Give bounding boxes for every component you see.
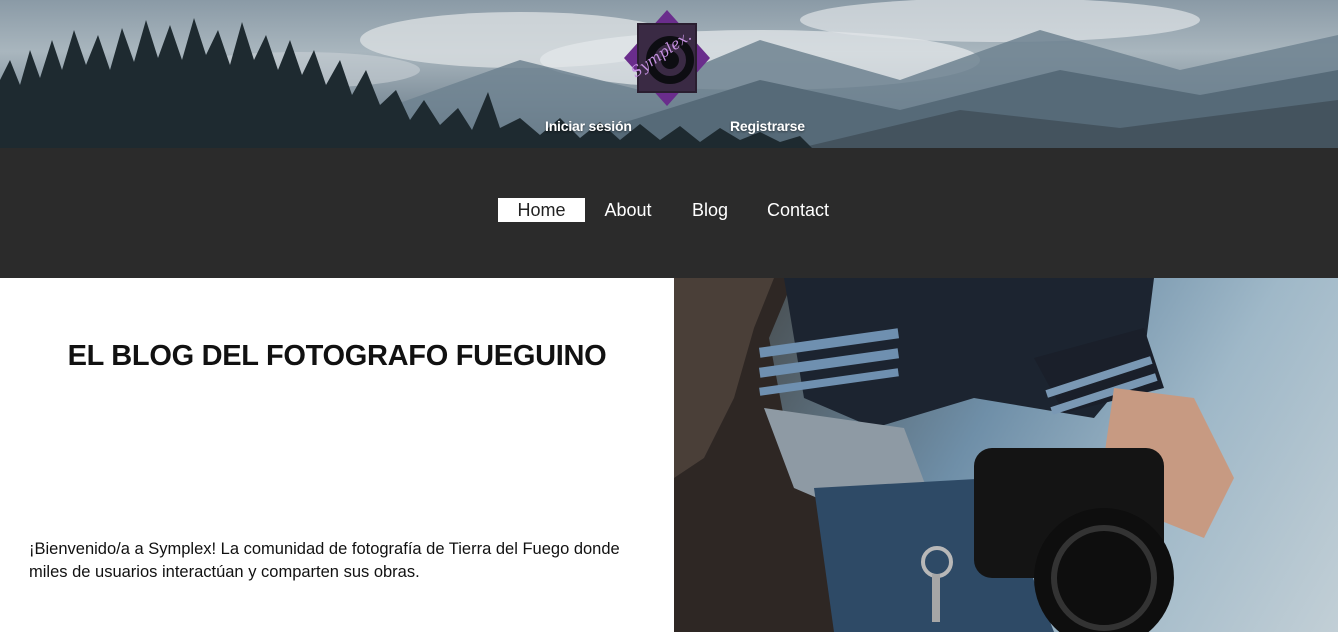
- main-nav: Home About Blog Contact: [0, 148, 1338, 278]
- hero-photo: [674, 278, 1338, 632]
- nav-item-home[interactable]: Home: [498, 198, 585, 222]
- nav-item-contact[interactable]: Contact: [762, 198, 834, 222]
- login-link[interactable]: Iniciar sesión: [545, 118, 632, 134]
- symplex-logo[interactable]: Symplex.: [624, 10, 710, 106]
- welcome-text: ¡Bienvenido/a a Symplex! La comunidad de…: [29, 540, 620, 581]
- page-title: EL BLOG DEL FOTOGRAFO FUEGUINO: [67, 340, 607, 372]
- nav-item-about[interactable]: About: [600, 198, 656, 222]
- intro-section: EL BLOG DEL FOTOGRAFO FUEGUINO ¡Bienveni…: [0, 278, 674, 632]
- header-banner: Symplex. Iniciar sesión Registrarse: [0, 0, 1338, 148]
- photographer-camera-image: [674, 278, 1234, 632]
- nav-item-blog[interactable]: Blog: [688, 198, 732, 222]
- register-link[interactable]: Registrarse: [730, 118, 805, 134]
